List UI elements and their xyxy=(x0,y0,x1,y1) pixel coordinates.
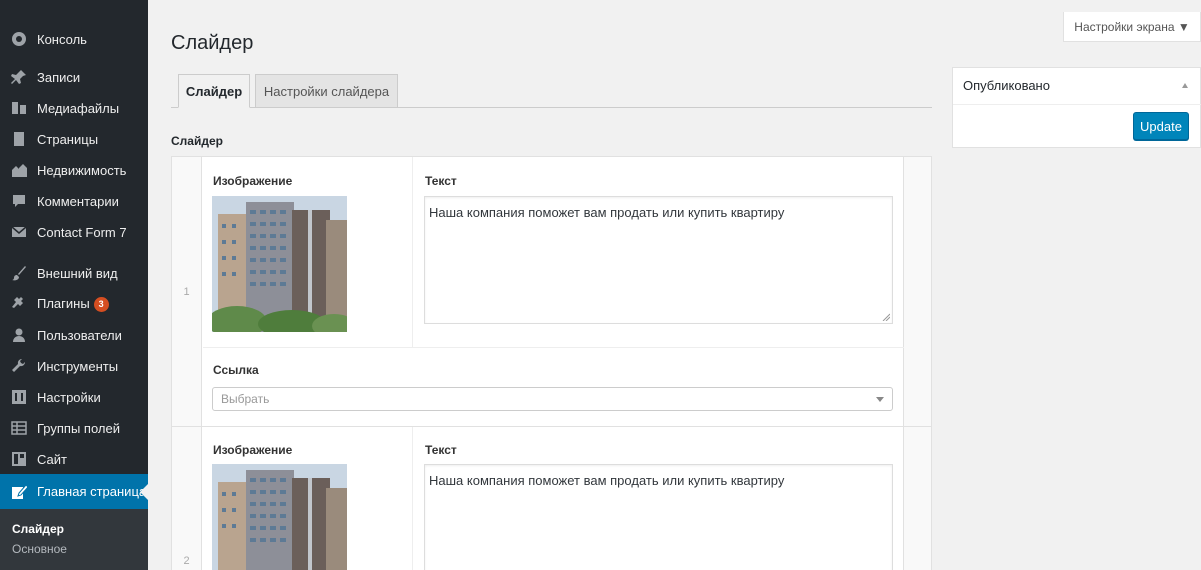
update-count-badge: 3 xyxy=(93,297,109,312)
cell-divider xyxy=(203,347,904,348)
buildings-icon xyxy=(11,162,27,178)
cell-divider xyxy=(412,157,413,347)
edit-icon xyxy=(11,483,27,500)
menu-label: Внешний вид xyxy=(37,265,118,281)
menu-label: Инструменты xyxy=(37,358,119,374)
menu-label: Медиафайлы xyxy=(37,100,120,116)
submenu: Слайдер Основное xyxy=(0,509,148,570)
tab-slider-settings[interactable]: Настройки слайдера xyxy=(255,74,398,108)
menu-label: Страницы xyxy=(37,131,99,147)
menu-label: Contact Form 7 xyxy=(37,224,127,240)
slider-repeater: 1 Изображение Текст Наша компания поможе… xyxy=(171,156,932,570)
row-order-handle[interactable]: 1 xyxy=(172,157,202,426)
menu-item-console[interactable]: Консоль xyxy=(0,24,148,54)
menu-item-tools[interactable]: Инструменты xyxy=(0,351,148,381)
menu-item-home-page[interactable]: Главная страница xyxy=(0,474,148,509)
submenu-item-slider[interactable]: Слайдер xyxy=(12,522,64,536)
chevron-down-icon xyxy=(876,397,884,402)
menu-label: Недвижимость xyxy=(37,162,127,178)
resize-grip-icon[interactable] xyxy=(882,313,890,321)
menu-item-media[interactable]: Медиафайлы xyxy=(0,93,148,123)
slide-image[interactable] xyxy=(212,196,347,332)
media-icon xyxy=(11,100,27,116)
menu-label-wrap: Плагины 3 xyxy=(37,296,109,312)
menu-label: Пользователи xyxy=(37,327,122,343)
image-label: Изображение xyxy=(213,174,293,188)
menu-label: Плагины xyxy=(37,296,90,311)
page-icon xyxy=(11,131,27,147)
plugin-icon xyxy=(11,296,27,312)
table-icon xyxy=(11,420,27,436)
page-title: Слайдер xyxy=(171,32,254,54)
text-label: Текст xyxy=(425,174,457,188)
publish-title: Опубликовано xyxy=(963,78,1050,93)
pin-icon xyxy=(11,69,27,85)
user-icon xyxy=(11,327,27,343)
row-actions-column[interactable] xyxy=(903,157,931,426)
menu-item-contact-form[interactable]: Contact Form 7 xyxy=(0,217,148,247)
menu-label: Записи xyxy=(37,69,81,85)
publish-divider xyxy=(953,104,1201,105)
slide-text-value: Наша компания поможет вам продать или ку… xyxy=(429,473,785,488)
screen-options-button[interactable]: Настройки экрана ▼ xyxy=(1063,12,1201,42)
link-select-placeholder: Выбрать xyxy=(221,392,270,406)
slide-text-input[interactable]: Наша компания поможет вам продать или ку… xyxy=(424,464,893,570)
row-divider xyxy=(172,426,931,427)
row-actions-column[interactable] xyxy=(903,427,931,570)
active-indicator xyxy=(140,483,148,500)
link-select[interactable]: Выбрать xyxy=(212,387,893,411)
menu-item-plugins[interactable]: Плагины 3 xyxy=(0,289,148,319)
field-label: Слайдер xyxy=(171,134,223,148)
menu-label: Консоль xyxy=(37,31,87,47)
menu-label: Настройки xyxy=(37,389,101,405)
mail-icon xyxy=(11,224,27,240)
menu-item-realty[interactable]: Недвижимость xyxy=(0,155,148,185)
image-label: Изображение xyxy=(213,443,293,457)
menu-item-settings[interactable]: Настройки xyxy=(0,382,148,412)
publish-box: Опубликовано Update xyxy=(952,67,1201,148)
row-order-handle[interactable]: 2 xyxy=(172,427,202,570)
slide-text-value: Наша компания поможет вам продать или ку… xyxy=(429,205,785,220)
collapse-arrow-icon[interactable] xyxy=(1182,83,1188,88)
menu-item-pages[interactable]: Страницы xyxy=(0,124,148,154)
wrench-icon xyxy=(11,358,27,374)
menu-item-field-groups[interactable]: Группы полей xyxy=(0,413,148,443)
link-label: Ссылка xyxy=(213,363,259,377)
menu-label: Главная страница xyxy=(37,484,147,499)
site-icon xyxy=(11,451,27,467)
dashboard-icon xyxy=(11,31,27,47)
menu-label: Комментарии xyxy=(37,193,119,209)
slide-image[interactable] xyxy=(212,464,347,570)
menu-item-users[interactable]: Пользователи xyxy=(0,320,148,350)
admin-sidebar: Консоль Записи Медиафайлы Страницы Недви… xyxy=(0,0,148,570)
update-button[interactable]: Update xyxy=(1133,112,1189,140)
submenu-item-main[interactable]: Основное xyxy=(12,542,67,556)
menu-item-appearance[interactable]: Внешний вид xyxy=(0,258,148,288)
cell-divider xyxy=(412,427,413,570)
menu-item-posts[interactable]: Записи xyxy=(0,62,148,92)
comment-icon xyxy=(11,193,27,209)
menu-item-comments[interactable]: Комментарии xyxy=(0,186,148,216)
slide-text-input[interactable]: Наша компания поможет вам продать или ку… xyxy=(424,196,893,324)
brush-icon xyxy=(11,265,27,281)
text-label: Текст xyxy=(425,443,457,457)
tab-slider[interactable]: Слайдер xyxy=(178,74,250,108)
menu-item-site[interactable]: Сайт xyxy=(0,444,148,474)
settings-icon xyxy=(11,389,27,405)
menu-label: Сайт xyxy=(37,451,67,467)
menu-label: Группы полей xyxy=(37,420,120,436)
